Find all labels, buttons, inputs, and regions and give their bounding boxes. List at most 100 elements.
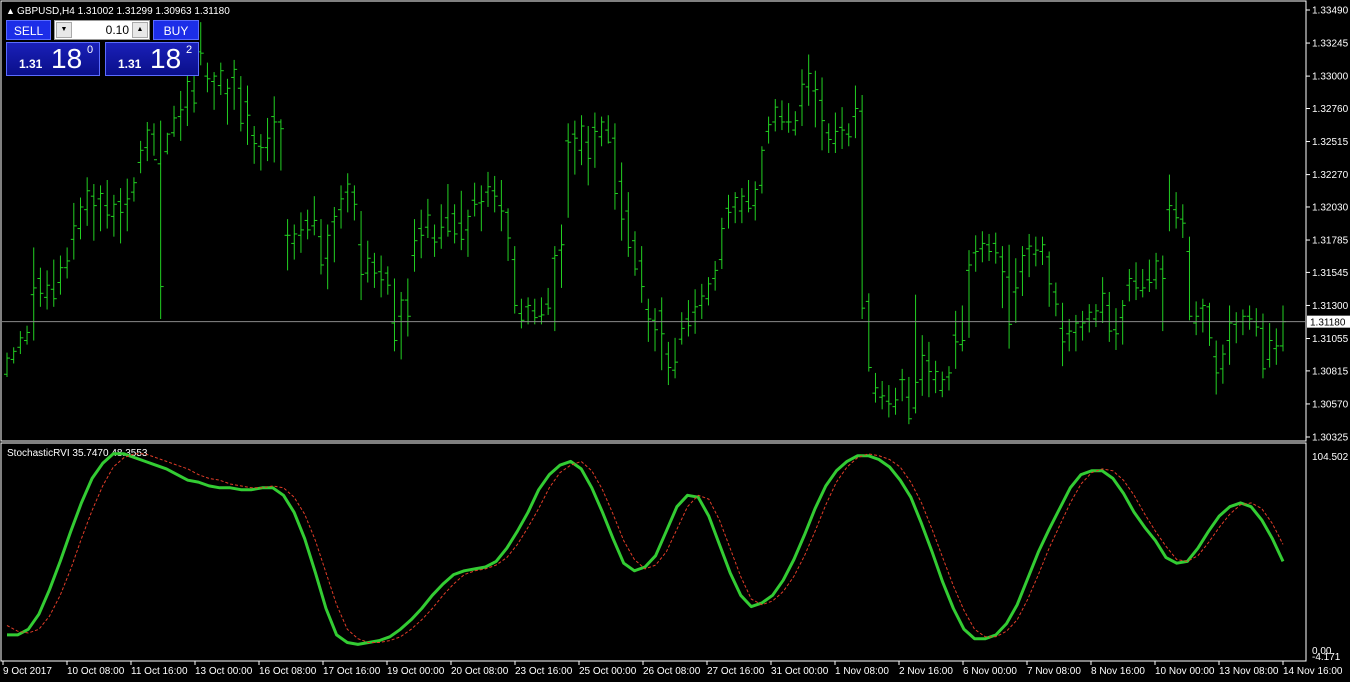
price-bar — [10, 347, 17, 364]
time-tick-label: 9 Oct 2017 — [3, 666, 52, 677]
price-bar — [905, 376, 912, 425]
price-bar — [678, 312, 685, 345]
symbol-info: GBPUSD,H4 1.31002 1.31299 1.30963 1.3118… — [17, 6, 230, 17]
price-bar — [738, 188, 745, 224]
buy-quote-button[interactable]: 1.31 18 2 — [105, 42, 199, 76]
price-tick-label: 1.32270 — [1312, 170, 1349, 181]
price-bar — [57, 255, 64, 295]
price-bar — [271, 96, 278, 163]
price-bar — [1133, 262, 1140, 301]
lot-size-field[interactable]: ▼ 0.10 ▲ — [54, 20, 150, 40]
price-bar — [571, 120, 578, 175]
price-bar — [231, 59, 238, 110]
price-bar — [558, 224, 565, 288]
lot-size-value[interactable]: 0.10 — [73, 21, 131, 39]
price-bar — [812, 70, 819, 128]
price-bar — [1206, 302, 1213, 346]
price-tick-label: 1.31545 — [1312, 268, 1349, 279]
price-tick-label: 1.30570 — [1312, 399, 1349, 410]
time-tick-label: 13 Nov 08:00 — [1219, 666, 1279, 677]
price-bar — [785, 103, 792, 133]
price-bar — [464, 209, 471, 257]
price-bars — [4, 22, 1286, 425]
price-tick-label: 1.30815 — [1312, 366, 1349, 377]
time-tick-label: 16 Oct 08:00 — [259, 666, 317, 677]
indicator-tick-label: 104.502 — [1312, 452, 1349, 463]
price-bar — [64, 247, 71, 279]
price-bar — [792, 111, 799, 136]
price-bar — [1186, 236, 1193, 321]
price-bar — [398, 291, 405, 360]
time-tick-label: 23 Oct 16:00 — [515, 666, 573, 677]
price-bar — [358, 211, 365, 301]
price-bar — [518, 298, 525, 329]
price-bar — [431, 224, 438, 257]
price-bar — [692, 289, 699, 334]
price-bar — [171, 105, 178, 137]
price-bar — [1166, 174, 1173, 232]
price-bar — [899, 368, 906, 402]
price-bar — [237, 76, 244, 132]
price-bar — [1193, 301, 1200, 336]
price-bar — [344, 173, 351, 213]
price-bar — [438, 204, 445, 249]
price-tick-label: 1.32515 — [1312, 137, 1349, 148]
price-bar — [224, 78, 231, 125]
price-bar — [1052, 282, 1059, 317]
price-bar — [805, 54, 812, 106]
price-bar — [1106, 291, 1113, 342]
price-bar — [758, 146, 765, 194]
chart-menu-icon[interactable]: ▲ — [6, 6, 15, 16]
price-bar — [1219, 344, 1226, 384]
price-bar — [1012, 258, 1019, 323]
buy-button[interactable]: BUY — [153, 20, 199, 40]
price-bar — [97, 185, 104, 232]
price-bar — [772, 99, 779, 132]
time-axis: 9 Oct 2017 10 Oct 08:00 11 Oct 16:00 13 Oct… — [2, 661, 1343, 677]
price-bar — [157, 120, 164, 319]
trading-chart[interactable]: ▲ GBPUSD,H4 1.31002 1.31299 1.30963 1.31… — [0, 0, 1350, 682]
price-bar — [879, 381, 886, 410]
price-bar — [291, 224, 298, 260]
price-bar — [378, 255, 385, 298]
price-bar — [1066, 318, 1073, 352]
price-bar — [892, 387, 899, 415]
price-bar — [919, 335, 926, 396]
price-bar — [211, 72, 218, 110]
price-axis: 1.33490 1.33245 1.33000 1.32760 1.32515 1.322… — [1306, 6, 1349, 444]
price-bar — [1139, 269, 1146, 298]
price-bar — [859, 94, 866, 319]
price-bar — [444, 184, 451, 237]
time-tick-label: 2 Nov 16:00 — [899, 666, 953, 677]
lot-decrease-icon[interactable]: ▼ — [56, 22, 72, 38]
price-bar — [825, 123, 832, 154]
price-bar — [4, 352, 10, 377]
price-bar — [1233, 312, 1240, 344]
price-bar — [925, 341, 932, 398]
price-bar — [371, 252, 378, 288]
price-bar — [665, 341, 672, 386]
price-bar — [498, 179, 505, 232]
price-tick-label: 1.33490 — [1312, 6, 1349, 17]
price-bar — [411, 219, 418, 272]
price-bar — [297, 212, 304, 253]
price-bar — [658, 297, 665, 371]
price-bar — [1086, 304, 1093, 333]
price-bar — [986, 233, 993, 261]
price-bar — [718, 217, 725, 270]
price-bar — [1146, 259, 1153, 292]
price-bar — [491, 175, 498, 213]
price-tick-label: 1.30325 — [1312, 433, 1349, 444]
price-bar — [1239, 309, 1246, 336]
sell-button[interactable]: SELL — [6, 20, 51, 40]
price-tick-label: 1.32030 — [1312, 202, 1349, 213]
lot-increase-icon[interactable]: ▲ — [132, 22, 148, 38]
price-bar — [1253, 308, 1260, 337]
sell-quote-button[interactable]: 1.31 18 0 — [6, 42, 100, 76]
price-bar — [404, 278, 411, 337]
sell-quote-prefix: 1.31 — [19, 57, 43, 71]
price-bar — [638, 246, 645, 303]
price-bar — [130, 177, 137, 202]
time-tick-label: 6 Nov 00:00 — [963, 666, 1017, 677]
price-bar — [384, 266, 391, 295]
